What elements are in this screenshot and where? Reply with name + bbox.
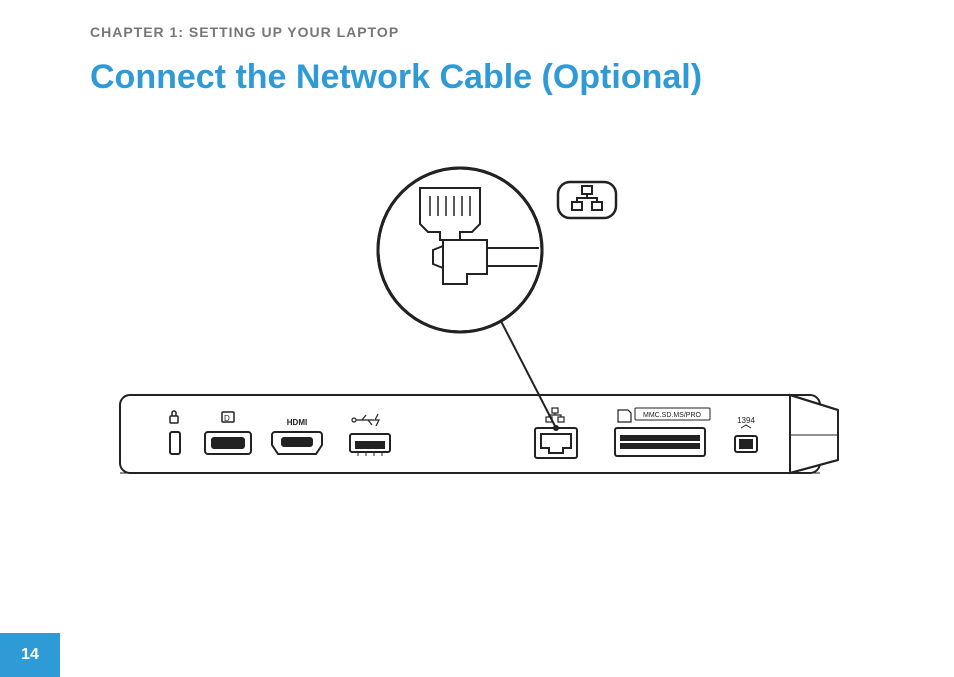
chapter-label: CHAPTER 1: SETTING UP YOUR LAPTOP	[90, 24, 399, 40]
page-number-badge: 14	[0, 633, 60, 677]
card-reader-port: MMC.SD.MS/PRO	[615, 408, 710, 456]
card-reader-label: MMC.SD.MS/PRO	[643, 412, 702, 419]
network-cable-illustration: D HDMI	[90, 150, 855, 500]
lock-slot-icon	[170, 411, 180, 454]
network-icon-badge	[558, 182, 616, 218]
firewire-label: 1394	[737, 416, 755, 425]
page-title: Connect the Network Cable (Optional)	[90, 58, 702, 97]
hdmi-label: HDMI	[287, 418, 307, 427]
page-number: 14	[21, 646, 39, 664]
svg-text:D: D	[224, 414, 230, 423]
